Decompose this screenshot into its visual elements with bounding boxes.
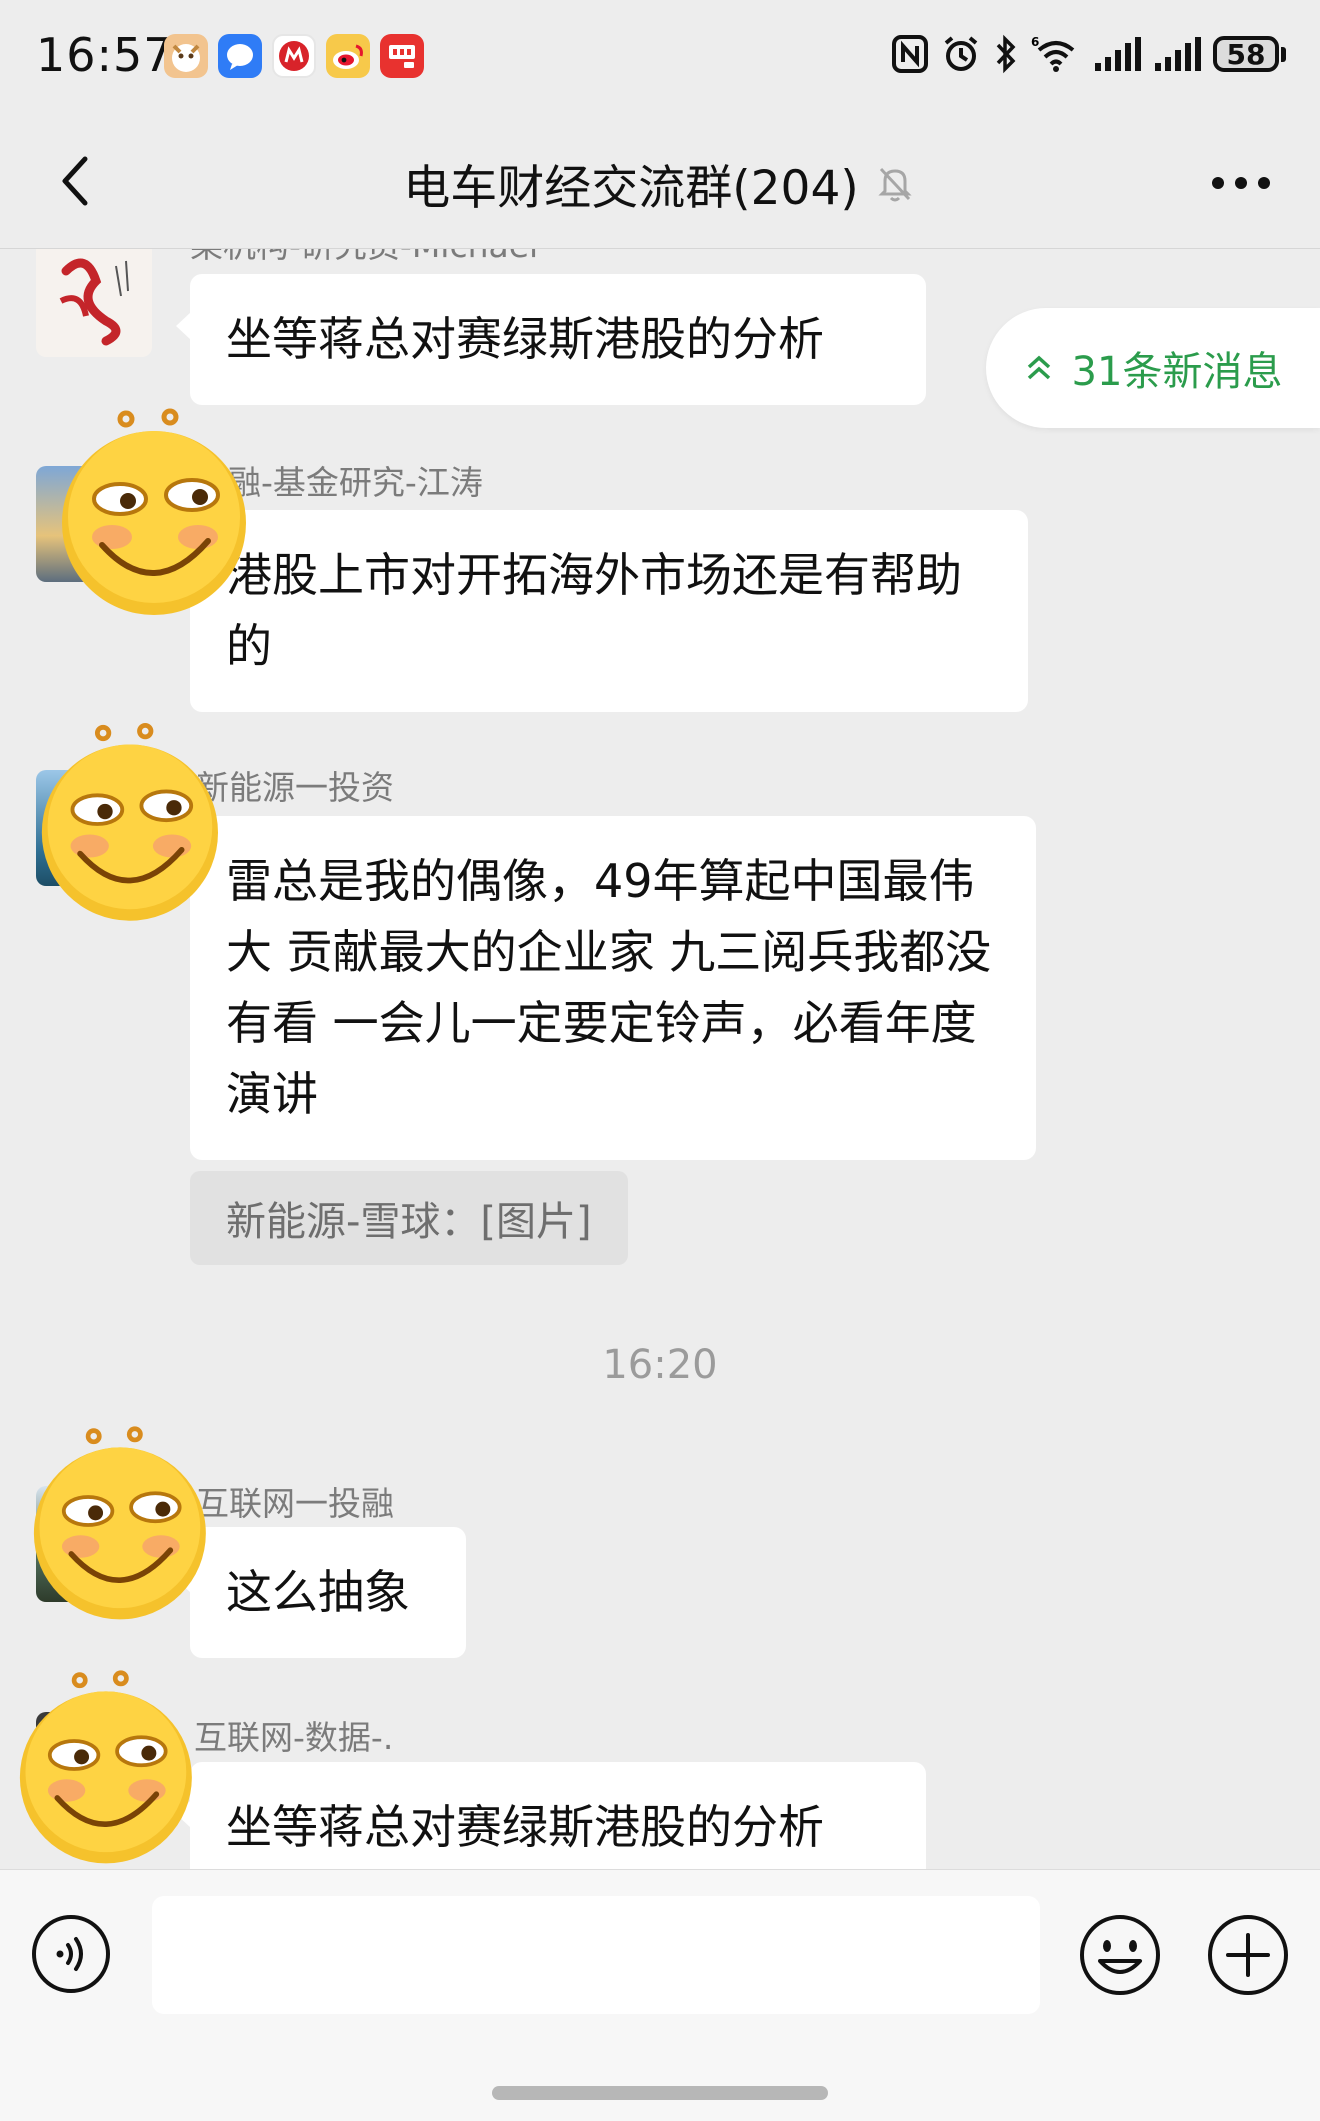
battery-indicator: 58 bbox=[1213, 36, 1286, 72]
wifi-6-icon: 6 bbox=[1031, 35, 1075, 72]
message-bubble[interactable]: 坐等蒋总对赛绿斯港股的分析 bbox=[176, 1762, 926, 1869]
message-timestamp: 16:20 bbox=[602, 1342, 718, 1388]
battery-level: 58 bbox=[1226, 37, 1266, 71]
more-actions-button[interactable] bbox=[1206, 1913, 1290, 1997]
bank-app-icon bbox=[272, 34, 316, 78]
more-dots-icon bbox=[1212, 177, 1270, 189]
system-status-icons: 6 58 bbox=[891, 34, 1286, 74]
chat-app-icon bbox=[218, 34, 262, 78]
emoji-button[interactable] bbox=[1078, 1913, 1162, 1997]
svg-text:6: 6 bbox=[1031, 35, 1039, 49]
sender-name: 某机构-研究员-Michael bbox=[190, 249, 538, 267]
alarm-icon bbox=[944, 36, 978, 71]
notification-app-icons bbox=[164, 34, 424, 78]
smiling-emoji-sticker bbox=[33, 1426, 206, 1620]
smiling-emoji-sticker bbox=[19, 1670, 192, 1864]
new-messages-label: 31条新消息 bbox=[1071, 349, 1283, 395]
new-messages-button[interactable]: 31条新消息 bbox=[986, 308, 1320, 428]
sender-name: 互联网-数据-. bbox=[194, 1718, 394, 1757]
more-options-button[interactable] bbox=[1206, 158, 1276, 208]
chat-header: 电车财经交流群(204) bbox=[0, 118, 1320, 249]
chat-message-list[interactable]: 某机构-研究员-Michael 坐等蒋总对赛绿斯港股的分析 融-基金研究-江涛 … bbox=[0, 249, 1320, 1869]
message-bubble[interactable]: 雷总是我的偶像，49年算起中国最伟大 贡献最大的企业家 九三阅兵我都没有看 一会… bbox=[176, 816, 1036, 1160]
status-time: 16:57 bbox=[36, 28, 174, 82]
signal-icon bbox=[1095, 37, 1141, 71]
weibo-icon bbox=[326, 34, 370, 78]
input-bar bbox=[0, 1869, 1320, 2121]
muted-bell-icon bbox=[878, 167, 912, 202]
quoted-reply[interactable]: 新能源-雪球：[图片] bbox=[190, 1171, 628, 1265]
bluetooth-icon bbox=[996, 34, 1016, 74]
avatar[interactable] bbox=[36, 249, 152, 357]
status-bar: 16:57 6 58 bbox=[0, 0, 1320, 118]
double-chevron-up-icon bbox=[1027, 355, 1050, 380]
nfc-icon bbox=[892, 35, 928, 73]
signal-icon bbox=[1155, 37, 1201, 71]
message-bubble[interactable]: 坐等蒋总对赛绿斯港股的分析 bbox=[176, 274, 926, 405]
message-input[interactable] bbox=[152, 1896, 1040, 2014]
chat-title: 电车财经交流群(204) bbox=[403, 160, 859, 216]
sender-name: 融-基金研究-江涛 bbox=[228, 463, 483, 502]
voice-input-button[interactable] bbox=[30, 1913, 112, 1995]
news-app-icon bbox=[380, 34, 424, 78]
chevron-left-icon bbox=[62, 156, 88, 206]
header-title-group: 电车财经交流群(204) bbox=[0, 118, 1320, 248]
sender-name: 互联网一投融 bbox=[196, 1484, 394, 1523]
message-bubble[interactable]: 港股上市对开拓海外市场还是有帮助的 bbox=[176, 510, 1028, 712]
smiling-emoji-sticker bbox=[41, 722, 218, 921]
sender-name: 新能源一投资 bbox=[196, 768, 394, 807]
back-button[interactable] bbox=[40, 146, 110, 216]
message-bubble[interactable]: 这么抽象 bbox=[176, 1527, 466, 1658]
home-indicator[interactable] bbox=[492, 2086, 828, 2100]
cat-app-icon bbox=[164, 34, 208, 78]
smiling-emoji-sticker bbox=[62, 408, 246, 615]
